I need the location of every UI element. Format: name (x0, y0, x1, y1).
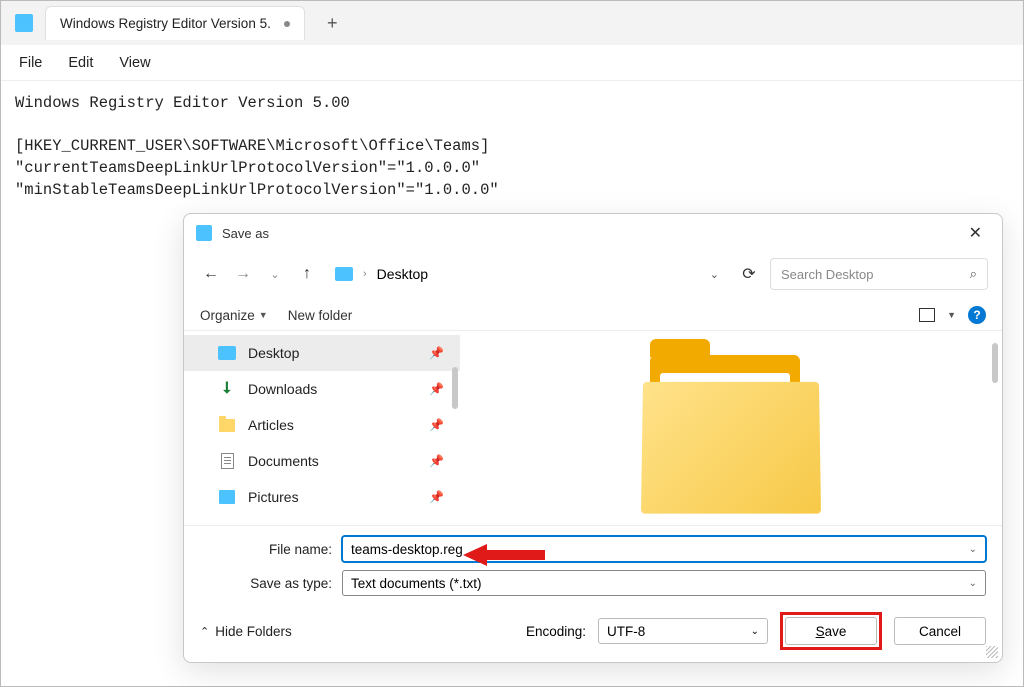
navigation-bar: ← → ⌄ ↑ › Desktop ⌄ ⟳ Search Desktop ⌕ (184, 252, 1002, 300)
monitor-icon (218, 346, 236, 360)
pin-icon: 📌 (429, 382, 444, 396)
sidebar-item-desktop[interactable]: Desktop 📌 (184, 335, 460, 371)
caret-down-icon: ▼ (259, 310, 268, 320)
hide-folders-button[interactable]: ⌃ Hide Folders (200, 624, 292, 639)
back-button[interactable]: ← (198, 261, 224, 287)
chevron-down-icon[interactable]: ⌄ (969, 578, 977, 589)
download-icon: ⭣ (218, 380, 236, 398)
view-options-button[interactable] (919, 308, 935, 322)
save-type-select[interactable]: Text documents (*.txt) ⌄ (342, 570, 986, 596)
dialog-body: Desktop 📌 ⭣ Downloads 📌 Articles 📌 Docum… (184, 330, 1002, 526)
pin-icon: 📌 (429, 490, 444, 504)
chevron-down-icon[interactable]: ⌄ (710, 268, 719, 281)
dialog-footer: ⌃ Hide Folders Encoding: UTF-8 ⌄ Save Ca… (184, 600, 1002, 662)
refresh-button[interactable]: ⟳ (734, 259, 764, 289)
dialog-fields: File name: teams-desktop.reg ⌄ Save as t… (184, 526, 1002, 600)
forward-button[interactable]: → (230, 261, 256, 287)
close-button[interactable]: ✕ (961, 221, 990, 245)
help-button[interactable]: ? (968, 306, 986, 324)
menu-view[interactable]: View (119, 55, 150, 71)
save-button[interactable]: Save (785, 617, 877, 645)
file-name-input[interactable]: teams-desktop.reg ⌄ (342, 536, 986, 562)
dialog-toolbar: Organize ▼ New folder ▼ ? (184, 300, 1002, 330)
notepad-app-icon (15, 14, 33, 32)
chevron-right-icon: › (363, 268, 367, 280)
address-bar[interactable]: › Desktop ⌄ (326, 258, 728, 290)
content-pane[interactable] (460, 331, 1002, 525)
encoding-label: Encoding: (526, 624, 586, 639)
cancel-button[interactable]: Cancel (894, 617, 986, 645)
sidebar-item-documents[interactable]: Documents 📌 (184, 443, 460, 479)
picture-icon (219, 490, 235, 504)
dialog-title: Save as (222, 226, 269, 241)
pin-icon: 📌 (429, 418, 444, 432)
tab-title: Windows Registry Editor Version 5. (60, 16, 271, 31)
organize-button[interactable]: Organize ▼ (200, 308, 268, 323)
save-as-dialog: Save as ✕ ← → ⌄ ↑ › Desktop ⌄ ⟳ Search D… (183, 213, 1003, 663)
document-icon (221, 453, 234, 469)
chevron-down-icon[interactable]: ⌄ (751, 626, 759, 637)
pin-icon: 📌 (429, 454, 444, 468)
desktop-icon (335, 267, 353, 281)
search-placeholder: Search Desktop (781, 267, 874, 282)
new-tab-button[interactable]: + (319, 9, 346, 38)
document-tab[interactable]: Windows Registry Editor Version 5. (45, 6, 305, 40)
tab-bar: Windows Registry Editor Version 5. + (1, 1, 1023, 45)
navigation-sidebar: Desktop 📌 ⭣ Downloads 📌 Articles 📌 Docum… (184, 331, 460, 525)
sidebar-scrollbar[interactable] (452, 367, 458, 409)
menu-bar: File Edit View (1, 45, 1023, 81)
folder-icon (219, 419, 235, 432)
file-name-label: File name: (200, 542, 332, 557)
breadcrumb-item[interactable]: Desktop (377, 266, 428, 282)
search-input[interactable]: Search Desktop ⌕ (770, 258, 988, 290)
content-scrollbar[interactable] (992, 343, 998, 383)
sidebar-item-articles[interactable]: Articles 📌 (184, 407, 460, 443)
up-button[interactable]: ↑ (294, 261, 320, 287)
editor-content[interactable]: Windows Registry Editor Version 5.00 [HK… (1, 81, 1023, 213)
menu-edit[interactable]: Edit (68, 55, 93, 71)
new-folder-button[interactable]: New folder (288, 308, 353, 323)
caret-down-icon[interactable]: ▼ (947, 310, 956, 320)
folder-large-icon (636, 355, 826, 515)
recent-locations-button[interactable]: ⌄ (262, 261, 288, 287)
resize-handle[interactable] (986, 646, 998, 658)
save-type-label: Save as type: (200, 576, 332, 591)
unsaved-dot-icon (284, 21, 290, 27)
pin-icon: 📌 (429, 346, 444, 360)
chevron-down-icon[interactable]: ⌄ (969, 544, 977, 555)
chevron-up-icon: ⌃ (200, 625, 209, 638)
dialog-titlebar: Save as ✕ (184, 214, 1002, 252)
sidebar-item-pictures[interactable]: Pictures 📌 (184, 479, 460, 515)
menu-file[interactable]: File (19, 55, 42, 71)
save-icon (196, 225, 212, 241)
save-button-highlight: Save (780, 612, 882, 650)
sidebar-item-downloads[interactable]: ⭣ Downloads 📌 (184, 371, 460, 407)
search-icon: ⌕ (970, 266, 977, 282)
encoding-select[interactable]: UTF-8 ⌄ (598, 618, 768, 644)
